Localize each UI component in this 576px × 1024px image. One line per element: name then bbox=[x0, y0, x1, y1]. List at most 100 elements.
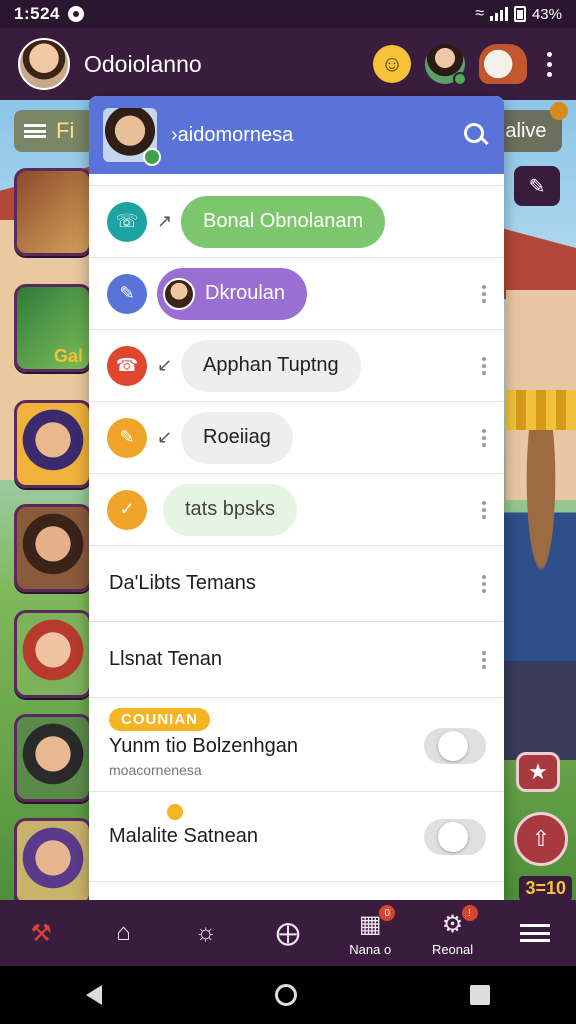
list-item[interactable]: ✓ tats bpsks bbox=[89, 474, 504, 546]
list-item[interactable]: ☎ ↙ Apphan Tuptng bbox=[89, 330, 504, 402]
right-chip-label: alive bbox=[505, 119, 547, 142]
more-icon[interactable] bbox=[482, 284, 486, 303]
hammer-icon: ⚒ bbox=[30, 919, 52, 947]
tile-label: Gal bbox=[54, 346, 84, 366]
search-icon[interactable] bbox=[462, 121, 490, 149]
back-icon[interactable] bbox=[86, 985, 103, 1005]
arrow-icon: ↙ bbox=[157, 355, 173, 375]
call-icon: ☎ bbox=[107, 345, 147, 386]
setting-row: Malalite Satnean bbox=[89, 792, 504, 882]
nav-label: Nana o bbox=[349, 941, 392, 957]
game-tile[interactable] bbox=[14, 168, 92, 256]
nav-notes[interactable]: ▦ Nana o 0 bbox=[335, 903, 405, 963]
check-icon: ✓ bbox=[107, 489, 147, 530]
panel-avatar[interactable] bbox=[103, 108, 161, 166]
wifi-icon: ≈ bbox=[475, 5, 484, 22]
more-icon[interactable] bbox=[482, 574, 486, 593]
chat-list-panel: ›aidomornesa ☏ ↗ Bonal Obnolanam ✎ Dkrou… bbox=[89, 96, 504, 900]
toggle-knob bbox=[438, 822, 468, 852]
online-badge bbox=[453, 72, 467, 86]
left-chip-label: Fi bbox=[56, 118, 75, 143]
status-right: ≈ 43% bbox=[475, 5, 562, 23]
recents-icon[interactable] bbox=[469, 985, 490, 1005]
nav-chat[interactable]: ☼ bbox=[171, 903, 241, 963]
phone-icon: ☏ bbox=[107, 201, 147, 242]
app-header: Odoiolanno ☺ bbox=[0, 28, 576, 100]
character-tile[interactable] bbox=[14, 504, 92, 592]
counter-label: 3=10 bbox=[519, 876, 572, 900]
header-actions: ☺ bbox=[373, 44, 558, 86]
menu-icon bbox=[24, 124, 46, 138]
chip-label: Dkroulan bbox=[205, 282, 286, 304]
character-tile[interactable] bbox=[14, 818, 92, 900]
chip-label: Roeiiag bbox=[181, 411, 293, 464]
home-button-icon[interactable] bbox=[274, 984, 297, 1006]
profile-avatar[interactable] bbox=[18, 38, 70, 90]
bottom-navigation: ⚒ ⌂ ☼ ⨁ ▦ Nana o 0 ⚙ Reonal ! bbox=[0, 900, 576, 966]
signal-icon bbox=[489, 7, 508, 21]
battery-icon bbox=[513, 6, 526, 22]
list-item[interactable]: ☏ ↗ Bonal Obnolanam bbox=[89, 186, 504, 258]
chip-with-avatar: Dkroulan bbox=[157, 267, 308, 320]
nav-menu[interactable] bbox=[500, 903, 570, 963]
edit-icon: ✎ bbox=[107, 273, 147, 314]
contact-avatar bbox=[163, 277, 195, 310]
more-options-icon[interactable] bbox=[541, 48, 558, 81]
home-icon: ⌂ bbox=[116, 919, 131, 946]
indicator-dot-icon bbox=[167, 804, 183, 820]
left-menu-chip[interactable]: Fi bbox=[14, 110, 94, 152]
edit-icon[interactable]: ✎ bbox=[514, 166, 560, 206]
system-navigation bbox=[0, 966, 576, 1024]
list-item[interactable]: ✎ ↙ Roeiiag bbox=[89, 402, 504, 474]
chip-label: tats bpsks bbox=[163, 483, 298, 536]
character-tile[interactable] bbox=[14, 610, 92, 698]
list-item-label: Llsnat Tenan bbox=[109, 648, 223, 670]
pencil-icon: ✎ bbox=[107, 417, 147, 458]
list-item-label: Da'Libts Temans bbox=[109, 572, 256, 594]
panel-title: ›aidomornesa bbox=[171, 123, 294, 146]
chip-label: Bonal Obnolanam bbox=[181, 195, 386, 248]
character-tile[interactable] bbox=[14, 714, 92, 802]
more-icon[interactable] bbox=[482, 428, 486, 447]
list-item[interactable]: Da'Libts Temans bbox=[89, 546, 504, 622]
awning bbox=[506, 390, 576, 430]
section-badge: COUNIAN bbox=[109, 708, 210, 731]
nav-settings[interactable]: ⚙ Reonal ! bbox=[418, 903, 488, 963]
upload-icon[interactable]: ⇧ bbox=[514, 812, 568, 866]
battery-percent: 43% bbox=[531, 5, 562, 23]
panel-header: ›aidomornesa bbox=[89, 96, 504, 174]
pet-icon[interactable] bbox=[479, 44, 527, 84]
verified-badge-icon bbox=[143, 148, 161, 166]
list-item[interactable]: ✎ Dkroulan bbox=[89, 258, 504, 330]
toggle-switch[interactable] bbox=[424, 819, 486, 855]
setting-subtitle: moacornenesa bbox=[109, 762, 202, 778]
nav-tools[interactable]: ⚒ bbox=[6, 903, 76, 963]
compass-icon: ⨁ bbox=[275, 919, 300, 947]
nav-explore[interactable]: ⨁ bbox=[253, 903, 323, 963]
setting-row: COUNIAN Yunm tio Bolzenhgan moacornenesa bbox=[89, 698, 504, 792]
toggle-switch[interactable] bbox=[424, 728, 486, 764]
toggle-knob bbox=[438, 731, 468, 761]
notification-badge: ! bbox=[461, 905, 478, 921]
trophy-icon[interactable]: ★ bbox=[516, 752, 560, 792]
character-avatar-icon[interactable] bbox=[425, 44, 467, 86]
menu-icon bbox=[519, 924, 550, 942]
nav-label: Reonal bbox=[431, 941, 474, 957]
list-item[interactable]: Llsnat Tenan bbox=[89, 622, 504, 698]
arrow-icon: ↙ bbox=[157, 427, 173, 447]
divider bbox=[89, 174, 504, 186]
more-icon[interactable] bbox=[482, 356, 486, 375]
status-time: 1:524 bbox=[14, 4, 60, 23]
chip-label: Apphan Tuptng bbox=[181, 339, 361, 392]
character-tile[interactable] bbox=[14, 400, 92, 488]
nav-home[interactable]: ⌂ bbox=[88, 903, 158, 963]
right-chip-badge bbox=[550, 102, 568, 120]
more-icon[interactable] bbox=[482, 500, 486, 519]
status-bar: 1:524 ≈ 43% bbox=[0, 0, 576, 28]
emoji-icon[interactable]: ☺ bbox=[373, 45, 411, 83]
dog-character bbox=[496, 430, 576, 760]
arrow-icon: ↗ bbox=[157, 211, 173, 231]
chat-icon: ☼ bbox=[194, 919, 217, 946]
app-title: Odoiolanno bbox=[84, 50, 202, 77]
more-icon[interactable] bbox=[482, 650, 486, 669]
